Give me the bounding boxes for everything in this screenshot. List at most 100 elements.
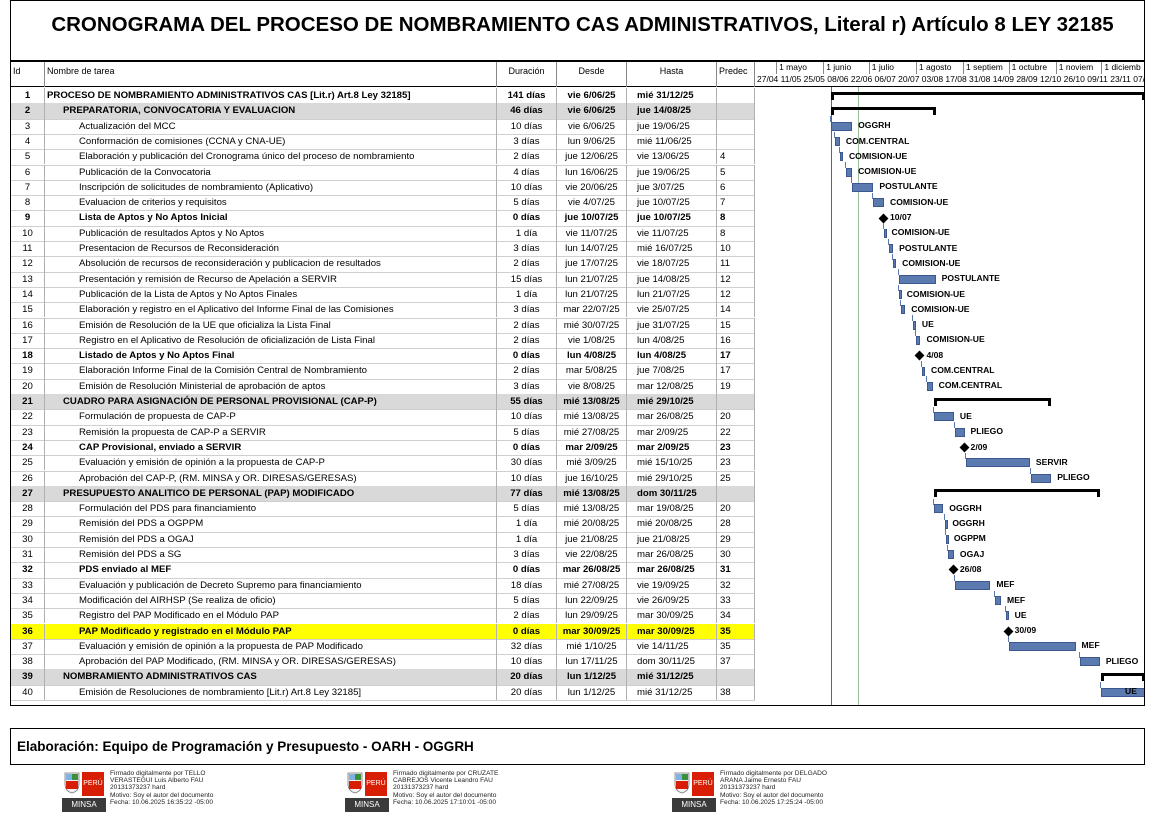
table-row[interactable]: 6 Publicación de la Convocatoria 4 días lun… [11,164,755,180]
table-row[interactable]: 16 Emisión de Resolución de la UE que ofi… [11,317,755,333]
table-row[interactable]: 27 PRESUPUESTO ANALITICO DE PERSONAL (PAP… [11,485,755,502]
table-row[interactable]: 31 Remisión del PDS a SG 3 días vie 22/08/2… [11,547,755,563]
task-bar[interactable] [922,366,926,376]
task-bar[interactable] [1080,657,1100,667]
table-row[interactable]: 38 Aprobación del PAP Modificado, (RM. MI… [11,654,755,670]
table-row[interactable]: 2 PREPARATORIA, CONVOCATORIA Y EVALUACION… [11,103,755,119]
task-bar[interactable] [994,596,1002,606]
summary-bar[interactable] [1101,673,1144,677]
table-row[interactable]: 5 Elaboración y publicación del Cronogram… [11,149,755,165]
task-id: 29 [11,516,45,532]
task-bar[interactable] [893,259,897,269]
table-row[interactable]: 24 CAP Provisional, enviado a SERVIR 0 día… [11,439,755,456]
task-bar[interactable] [1101,687,1144,697]
table-row[interactable]: 9 Lista de Aptos y No Aptos Inicial 0 días… [11,210,755,226]
table-row[interactable]: 29 Remisión del PDS a OGPPM 1 día mié 20/08… [11,516,755,532]
task-bar[interactable] [1008,641,1076,651]
bar-resource-label: COMISION-UE [890,196,949,207]
gantt-table: Id Nombre de tarea Duración Desde Hasta … [10,61,1145,706]
table-row[interactable]: 33 Evaluación y publicación de Decreto Su… [11,577,755,593]
table-row[interactable]: 11 Presentacion de Recursos de Reconsider… [11,241,755,257]
task-predecessor: 29 [717,531,755,547]
table-row[interactable]: 7 Inscripción de solicitudes de nombramie… [11,179,755,196]
task-id: 16 [11,317,45,333]
table-row[interactable]: 14 Publicación de la Lista de Aptos y No … [11,286,755,303]
table-row[interactable]: 10 Publicación de resultados Aptos y No A… [11,225,755,241]
task-name: Aprobación del PAP Modificado, (RM. MINS… [45,654,497,670]
milestone-diamond[interactable] [1003,626,1014,637]
table-row[interactable]: 32 PDS enviado al MEF 0 días mar 26/08/25 ma… [11,562,755,578]
task-bar[interactable] [830,121,853,131]
table-row[interactable]: 1 PROCESO DE NOMBRAMIENTO ADMINISTRATIVOS… [11,88,755,104]
task-bar[interactable] [839,152,843,162]
table-row[interactable]: 39 NOMBRAMIENTO ADMINISTRATIVOS CAS 20 día… [11,669,755,685]
peru-badge: PERÚ [365,772,387,796]
table-row[interactable]: 26 Aprobación del CAP-P, (RM. MINSA y OR.… [11,470,755,486]
table-row[interactable]: 23 Remisión la propuesta de CAP-P a SERVI… [11,424,755,440]
task-bar[interactable] [966,458,1030,468]
task-bar[interactable] [955,580,991,590]
table-row[interactable]: 12 Absolución de recursos de reconsiderac… [11,256,755,272]
task-id: 36 [11,623,45,639]
task-bar[interactable] [1031,473,1052,483]
table-row[interactable]: 34 Modificación del AIRHSP (Se realiza de… [11,592,755,609]
task-bar[interactable] [873,198,884,208]
task-bar[interactable] [912,320,916,330]
table-row[interactable]: 37 Evaluación y emisión de opinión a la p… [11,638,755,655]
task-bar[interactable] [915,335,921,345]
table-row[interactable]: 36 PAP Modificado y registrado en el Módu… [11,623,755,639]
table-row[interactable]: 18 Listado de Aptos y No Aptos Final 0 día… [11,348,755,364]
peru-badge: PERÚ [692,772,714,796]
table-row[interactable]: 35 Registro del PAP Modificado en el Módu… [11,608,755,624]
task-bar[interactable] [944,519,948,529]
task-bar[interactable] [1005,611,1009,621]
table-row[interactable]: 19 Elaboración Informe Final de la Comisi… [11,363,755,379]
task-id: 33 [11,577,45,593]
task-bar[interactable] [947,550,954,560]
table-row[interactable]: 20 Emisión de Resolución Ministerial de a… [11,378,755,394]
summary-bar-cap [934,397,938,406]
task-bar[interactable] [884,228,887,238]
task-id: 13 [11,271,45,287]
task-bar[interactable] [846,167,853,177]
table-row[interactable]: 8 Evaluacion de criterios y requisitos 5 d… [11,195,755,211]
task-bar[interactable] [955,427,965,437]
table-row[interactable]: 30 Remisión del PDS a OGAJ 1 día jue 21/08/… [11,531,755,547]
task-bar[interactable] [934,412,954,422]
task-end: mié 11/06/25 [627,133,717,150]
milestone-diamond[interactable] [959,442,969,453]
summary-bar[interactable] [934,397,1052,401]
table-row[interactable]: 17 Registro en el Aplicativo de Resolució… [11,332,755,349]
table-row[interactable]: 28 Formulación del PDS para financiamient… [11,501,755,517]
summary-bar[interactable] [934,489,1100,493]
milestone-diamond[interactable] [948,564,959,575]
task-duration: 4 días [497,164,557,180]
summary-bar[interactable] [830,91,1144,95]
task-bar[interactable] [899,274,936,284]
task-name: Registro en el Aplicativo de Resolución … [45,332,497,349]
task-bar[interactable] [926,381,933,391]
table-row[interactable]: 15 Elaboración y registro en el Aplicativ… [11,302,755,318]
table-row[interactable]: 25 Evaluación y emisión de opinión a la p… [11,455,755,471]
task-name: Emisión de Resolución de la UE que ofici… [45,317,497,333]
table-row[interactable]: 22 Formulación de propuesta de CAP-P 10 dí… [11,409,755,425]
task-bar[interactable] [899,290,903,300]
table-row[interactable]: 3 Actualización del MCC 10 días vie 6/06/25… [11,118,755,134]
task-bar[interactable] [934,504,944,514]
task-bar[interactable] [888,244,894,254]
milestone-diamond[interactable] [915,350,925,361]
dependency-link [914,330,916,337]
table-row[interactable]: 13 Presentación y remisión de Recurso de … [11,271,755,287]
task-bar[interactable] [946,534,950,544]
dependency-link [945,529,947,536]
task-bar[interactable] [852,182,874,192]
table-row[interactable]: 4 Conformación de comisiones (CCNA y CNA-… [11,133,755,150]
task-duration: 18 días [497,577,557,593]
dependency-link [898,269,900,276]
table-row[interactable]: 40 Emisión de Resoluciones de nombramient… [11,684,755,700]
milestone-diamond[interactable] [878,213,889,223]
task-bar[interactable] [835,137,840,147]
table-row[interactable]: 21 CUADRO PARA ASIGNACIÓN DE PERSONAL PRO… [11,394,755,410]
task-bar[interactable] [900,305,906,315]
summary-bar[interactable] [830,106,936,110]
